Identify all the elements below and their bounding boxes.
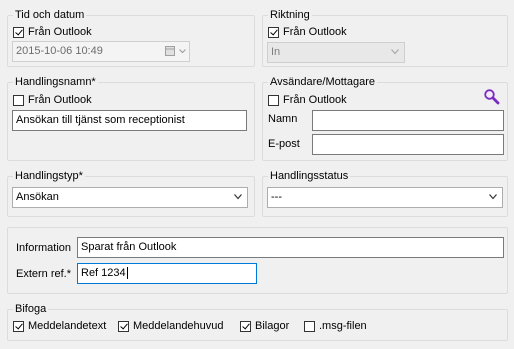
group-title: Bifoga: [13, 302, 49, 316]
checkbox-label: .msg-filen: [319, 320, 367, 332]
handlingsnamn-from-outlook-checkbox[interactable]: Från Outlook: [13, 93, 92, 107]
checkbox-label: Meddelandetext: [28, 320, 107, 332]
handlingstyp-value: Ansökan: [16, 191, 59, 203]
checkbox-label: Från Outlook: [283, 26, 347, 38]
group-title: Handlingsstatus: [268, 169, 351, 183]
chevron-down-icon: [179, 49, 186, 54]
checkbox-checked-icon: [13, 320, 24, 332]
checkbox-unchecked-icon: [13, 94, 24, 106]
checkbox-checked-icon: [13, 26, 24, 38]
avsandare-from-outlook-checkbox[interactable]: Från Outlook: [268, 93, 347, 107]
namn-label: Namn: [268, 113, 298, 125]
checkbox-label: Bilagor: [255, 320, 290, 332]
namn-input[interactable]: [312, 110, 504, 131]
bifoga-msg-file-checkbox[interactable]: .msg-filen: [304, 319, 367, 333]
handlingsstatus-value: ---: [271, 191, 282, 203]
extern-ref-label: Extern ref.*: [16, 268, 72, 280]
group-title: Handlingstyp*: [13, 169, 85, 183]
handlingstyp-select[interactable]: Ansökan: [12, 187, 248, 208]
riktning-from-outlook-checkbox[interactable]: Från Outlook: [268, 25, 347, 39]
search-icon[interactable]: [483, 88, 500, 105]
group-title: Avsändare/Mottagare: [268, 75, 377, 89]
checkbox-checked-icon: [240, 320, 251, 332]
datetime-picker[interactable]: 2015-10-06 10:49: [12, 41, 190, 62]
tid-from-outlook-checkbox[interactable]: Från Outlook: [13, 25, 92, 39]
handlingsstatus-select[interactable]: ---: [267, 187, 503, 208]
checkbox-label: Från Outlook: [28, 26, 92, 38]
checkbox-label: Från Outlook: [28, 94, 92, 106]
checkbox-label: Meddelandehuvud: [133, 320, 224, 332]
checkbox-checked-icon: [118, 320, 129, 332]
direction-value: In: [271, 46, 281, 58]
checkbox-unchecked-icon: [268, 94, 279, 106]
checkbox-unchecked-icon: [304, 320, 315, 332]
extern-ref-input[interactable]: Ref 1234: [77, 263, 257, 284]
epost-label: E-post: [268, 138, 300, 150]
text-caret: [126, 267, 128, 280]
handlingsnamn-input[interactable]: Ansökan till tjänst som receptionist: [12, 110, 247, 131]
epost-input[interactable]: [312, 134, 504, 155]
group-title: Handlingsnamn*: [13, 75, 98, 89]
chevron-down-icon: [489, 194, 497, 200]
bifoga-meddelandetext-checkbox[interactable]: Meddelandetext: [13, 319, 106, 333]
group-title: Tid och datum: [13, 8, 87, 22]
bifoga-meddelandehuvud-checkbox[interactable]: Meddelandehuvud: [118, 319, 224, 333]
information-value: Sparat från Outlook: [81, 241, 177, 253]
direction-select[interactable]: In: [267, 42, 405, 63]
checkbox-label: Från Outlook: [283, 94, 347, 106]
checkbox-checked-icon: [268, 26, 279, 38]
group-title: Riktning: [268, 8, 312, 22]
datetime-value: 2015-10-06 10:49: [16, 45, 103, 57]
handlingsnamn-value: Ansökan till tjänst som receptionist: [16, 114, 185, 126]
bifoga-bilagor-checkbox[interactable]: Bilagor: [240, 319, 289, 333]
chevron-down-icon: [234, 194, 242, 200]
extern-ref-value: Ref 1234: [81, 267, 126, 279]
information-input[interactable]: Sparat från Outlook: [77, 237, 504, 258]
calendar-icon: [165, 46, 175, 56]
information-label: Information: [16, 242, 72, 254]
chevron-down-icon: [391, 49, 399, 55]
